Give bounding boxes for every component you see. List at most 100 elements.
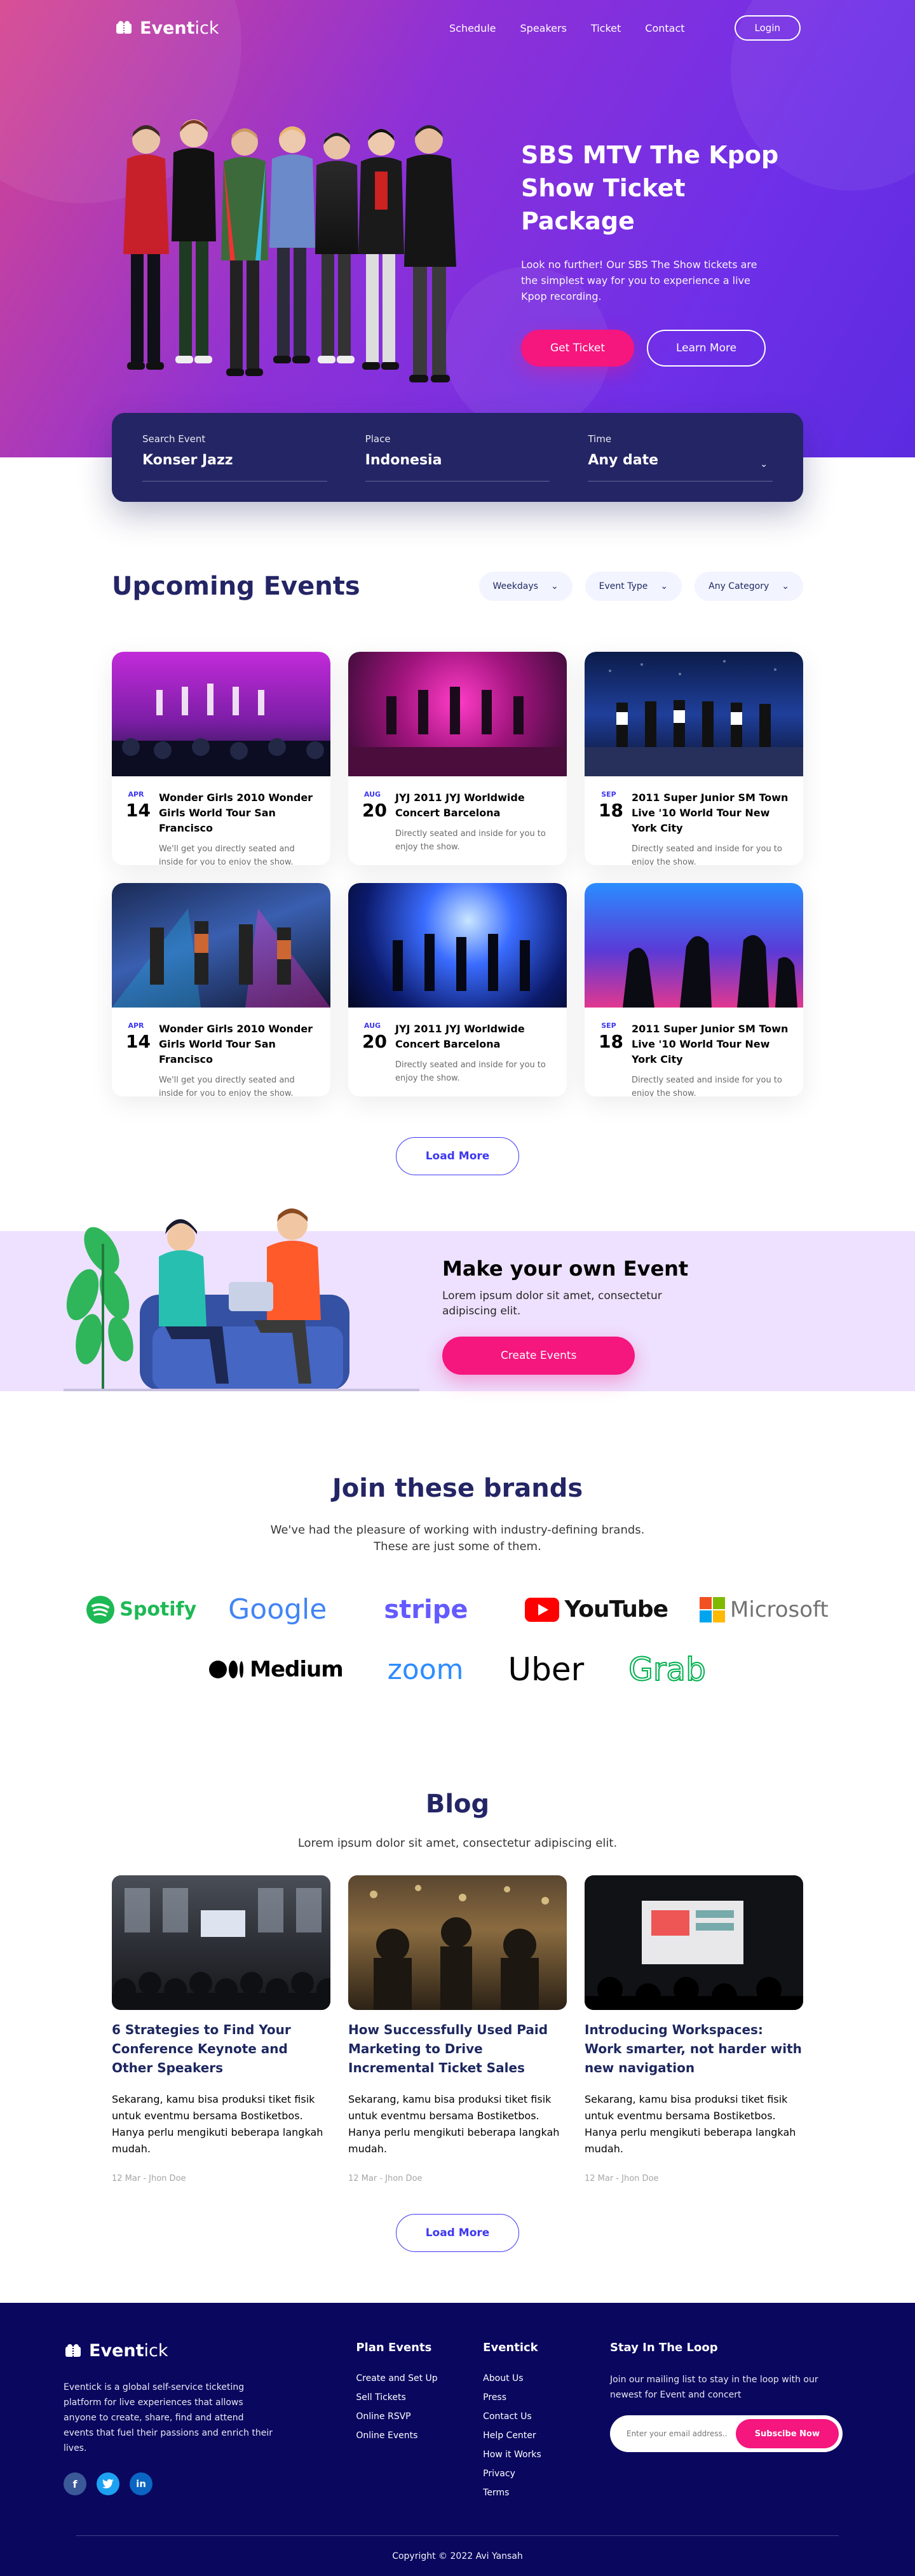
brand-name-bold: Event: [89, 2341, 144, 2361]
event-month: AUG: [363, 790, 381, 799]
footer-link[interactable]: How it Works: [483, 2450, 610, 2460]
event-date: AUG 20: [362, 790, 387, 854]
event-card[interactable]: AUG 20 JYJ 2011 JYJ Worldwide Concert Bar…: [348, 883, 567, 1096]
subscribe-form: Subscibe Now: [609, 2415, 843, 2452]
event-card[interactable]: SEP 18 2011 Super Junior SM Town Live '10…: [585, 883, 803, 1096]
twitter-icon[interactable]: [97, 2472, 119, 2495]
blog-card[interactable]: Introducing Workspaces: Work smarter, no…: [585, 1875, 803, 2183]
make-event-text: Make your own Event Lorem ipsum dolor si…: [442, 1257, 709, 1375]
footer-link[interactable]: Online Events: [356, 2431, 483, 2441]
spotify-logo: Spotify: [86, 1595, 197, 1624]
footer-link[interactable]: Privacy: [483, 2469, 610, 2479]
footer-link[interactable]: Contact Us: [483, 2411, 610, 2422]
brands-title: Join these brands: [332, 1474, 583, 1503]
search-event-value[interactable]: Konser Jazz: [142, 452, 327, 468]
footer-link[interactable]: Create and Set Up: [356, 2373, 483, 2384]
event-body: APR 14 Wonder Girls 2010 Wonder Girls Wor…: [112, 1008, 330, 1096]
event-description: Directly seated and inside for you to en…: [632, 844, 782, 865]
event-body: AUG 20 JYJ 2011 JYJ Worldwide Concert Bar…: [348, 1008, 567, 1096]
event-image: [585, 883, 803, 1008]
event-date: APR 14: [126, 790, 151, 865]
medium-icon: [209, 1661, 244, 1678]
brand-logo[interactable]: Eventick: [114, 18, 219, 38]
brand-name-bold: Event: [140, 18, 195, 38]
filter-weekdays-label: Weekdays: [492, 581, 538, 591]
event-title: JYJ 2011 JYJ Worldwide Concert Barcelona: [395, 792, 525, 819]
place-field[interactable]: Place Indonesia: [365, 433, 550, 482]
youtube-wordmark: YouTube: [564, 1596, 668, 1622]
event-day: 18: [599, 1031, 623, 1052]
blog-card[interactable]: How Successfully Used Paid Marketing to …: [348, 1875, 567, 2183]
event-month: SEP: [601, 790, 616, 799]
hero-text: SBS MTV The Kpop Show Ticket Package Loo…: [521, 138, 801, 367]
footer-link[interactable]: Sell Tickets: [356, 2392, 483, 2403]
grab-wordmark: Grab: [628, 1650, 707, 1689]
nav-contact[interactable]: Contact: [645, 22, 684, 34]
event-filters: Weekdays ⌄ Event Type ⌄ Any Category ⌄: [478, 572, 803, 601]
blog-post-meta: 12 Mar - Jhon Doe: [348, 2174, 423, 2183]
brand-row-2: Medium zoom Uber Grab: [0, 1650, 915, 1689]
event-date: APR 14: [126, 1022, 151, 1096]
event-day: 14: [126, 1031, 151, 1052]
footer-link[interactable]: Press: [483, 2392, 610, 2403]
medium-logo: Medium: [209, 1657, 344, 1682]
footer-link[interactable]: Help Center: [483, 2431, 610, 2441]
footer-plan-list: Create and Set Up Sell Tickets Online RS…: [356, 2373, 483, 2441]
facebook-icon[interactable]: f: [64, 2472, 86, 2495]
time-field[interactable]: Time Any date ⌄: [588, 433, 773, 482]
blog-load-more-button[interactable]: Load More: [395, 2214, 520, 2252]
copyright: Copyright © 2022 Avi Yansah: [76, 2535, 839, 2576]
upcoming-header: Upcoming Events Weekdays ⌄ Event Type ⌄ An…: [112, 572, 803, 601]
nav-ticket[interactable]: Ticket: [591, 22, 621, 34]
event-image: [348, 883, 567, 1008]
place-value[interactable]: Indonesia: [365, 452, 550, 468]
chevron-down-icon[interactable]: ⌄: [760, 459, 768, 469]
event-day: 20: [362, 800, 387, 821]
concert-crowd-image: [623, 935, 797, 1008]
blog-post-title[interactable]: How Successfully Used Paid Marketing to …: [348, 2020, 567, 2077]
create-events-button[interactable]: Create Events: [442, 1337, 635, 1375]
event-body: AUG 20 JYJ 2011 JYJ Worldwide Concert Bar…: [348, 776, 567, 865]
presentation-image: [585, 1901, 803, 2010]
footer-link[interactable]: Online RSVP: [356, 2411, 483, 2422]
event-description: Directly seated and inside for you to en…: [632, 1076, 782, 1096]
filter-weekdays[interactable]: Weekdays ⌄: [478, 572, 573, 601]
events-load-more-button[interactable]: Load More: [395, 1137, 520, 1175]
footer-link[interactable]: About Us: [483, 2373, 610, 2384]
chevron-down-icon: ⌄: [550, 581, 559, 591]
event-month: AUG: [363, 1022, 381, 1030]
footer-link[interactable]: Terms: [483, 2488, 610, 2498]
event-month: APR: [128, 1022, 144, 1030]
email-input[interactable]: [626, 2429, 735, 2438]
nav-schedule[interactable]: Schedule: [449, 22, 496, 34]
blog-load-more-wrap: Load More: [0, 2214, 915, 2252]
event-card[interactable]: APR 14 Wonder Girls 2010 Wonder Girls Wor…: [112, 883, 330, 1096]
nav-speakers[interactable]: Speakers: [520, 22, 567, 34]
filter-event-type[interactable]: Event Type ⌄: [585, 572, 682, 601]
login-button[interactable]: Login: [734, 15, 801, 41]
blog-post-title[interactable]: Introducing Workspaces: Work smarter, no…: [585, 2020, 803, 2077]
footer-brand-logo[interactable]: Eventick: [64, 2341, 356, 2361]
chevron-down-icon: ⌄: [782, 581, 789, 591]
blog-post-description: Sekarang, kamu bisa produksi tiket fisik…: [112, 2093, 323, 2155]
subscribe-button[interactable]: Subscibe Now: [735, 2419, 839, 2448]
blog-subtitle: Lorem ipsum dolor sit amet, consectetur …: [297, 1837, 618, 1850]
time-value[interactable]: Any date: [588, 452, 773, 468]
ticket-logo-icon: [65, 2343, 81, 2357]
blog-grid: 6 Strategies to Find Your Conference Key…: [0, 1875, 915, 2183]
get-ticket-button[interactable]: Get Ticket: [521, 330, 634, 367]
blog-card[interactable]: 6 Strategies to Find Your Conference Key…: [112, 1875, 330, 2183]
linkedin-icon[interactable]: in: [130, 2472, 152, 2495]
filter-category[interactable]: Any Category ⌄: [695, 572, 803, 601]
blog-post-title[interactable]: 6 Strategies to Find Your Conference Key…: [112, 2020, 330, 2077]
event-card[interactable]: APR 14 Wonder Girls 2010 Wonder Girls Wor…: [112, 652, 330, 865]
event-body: SEP 18 2011 Super Junior SM Town Live '10…: [585, 1008, 803, 1096]
search-event-field[interactable]: Search Event Konser Jazz: [142, 433, 327, 482]
event-card[interactable]: SEP 18 2011 Super Junior SM Town Live '10…: [585, 652, 803, 865]
learn-more-button[interactable]: Learn More: [647, 330, 766, 367]
event-card[interactable]: AUG 20 JYJ 2011 JYJ Worldwide Concert Bar…: [348, 652, 567, 865]
event-title: 2011 Super Junior SM Town Live '10 World…: [632, 1023, 789, 1065]
medium-wordmark: Medium: [250, 1657, 344, 1682]
spotify-wordmark: Spotify: [119, 1598, 197, 1621]
event-day: 18: [599, 800, 623, 821]
